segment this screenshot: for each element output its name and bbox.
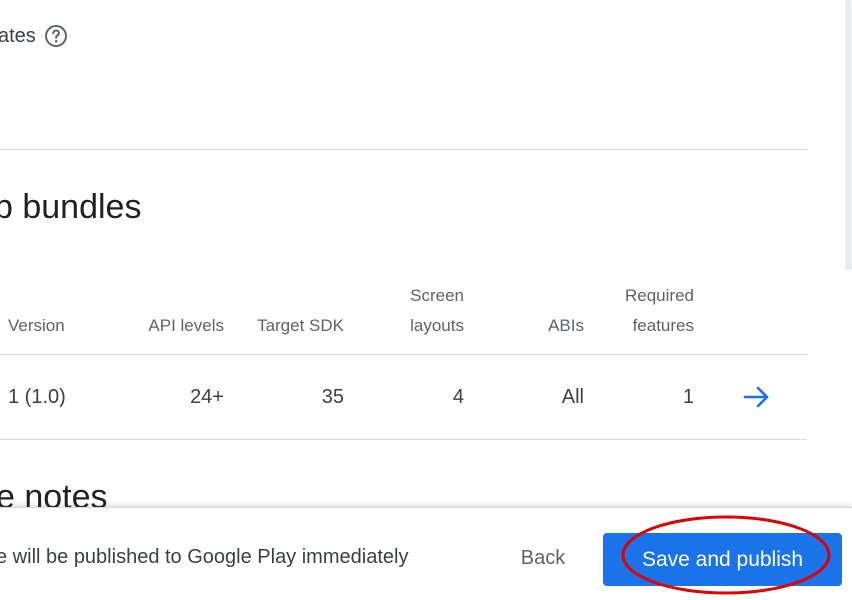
scrollbar-thumb[interactable]	[846, 0, 851, 270]
publish-message: e will be published to Google Play immed…	[0, 546, 409, 568]
column-header-screen-layouts-line2: layouts	[410, 316, 464, 335]
section-divider	[0, 149, 807, 150]
column-header-screen-layouts-line1: Screen	[410, 286, 464, 305]
table-row-divider	[0, 439, 807, 440]
help-circle-icon[interactable]	[44, 24, 68, 48]
back-button[interactable]: Back	[505, 536, 581, 580]
cell-screen-layouts: 4	[452, 386, 464, 408]
cell-required-features: 1	[682, 386, 694, 408]
release-review-page: ates p bundles Version API levels Target…	[0, 0, 852, 600]
table-header-divider	[0, 354, 807, 355]
cell-abis: All	[561, 386, 584, 408]
rollout-label: ates	[0, 24, 68, 48]
footer-bar: e will be published to Google Play immed…	[0, 507, 852, 600]
cell-version: 1 (1.0)	[8, 386, 66, 408]
save-and-publish-button[interactable]: Save and publish	[603, 533, 842, 586]
arrow-right-icon[interactable]	[742, 383, 772, 411]
column-header-api-levels: API levels	[148, 316, 224, 335]
app-bundles-heading: p bundles	[0, 188, 142, 226]
column-header-required-features-line2: features	[632, 316, 694, 335]
column-header-version: Version	[8, 316, 65, 335]
column-header-required-features-line1: Required	[625, 286, 694, 305]
cell-api-levels: 24+	[190, 386, 224, 408]
scrollbar[interactable]	[845, 0, 852, 270]
cell-target-sdk: 35	[321, 386, 344, 408]
column-header-target-sdk: Target SDK	[257, 316, 344, 335]
column-header-abis: ABIs	[548, 316, 584, 335]
rollout-label-text: ates	[0, 24, 36, 47]
